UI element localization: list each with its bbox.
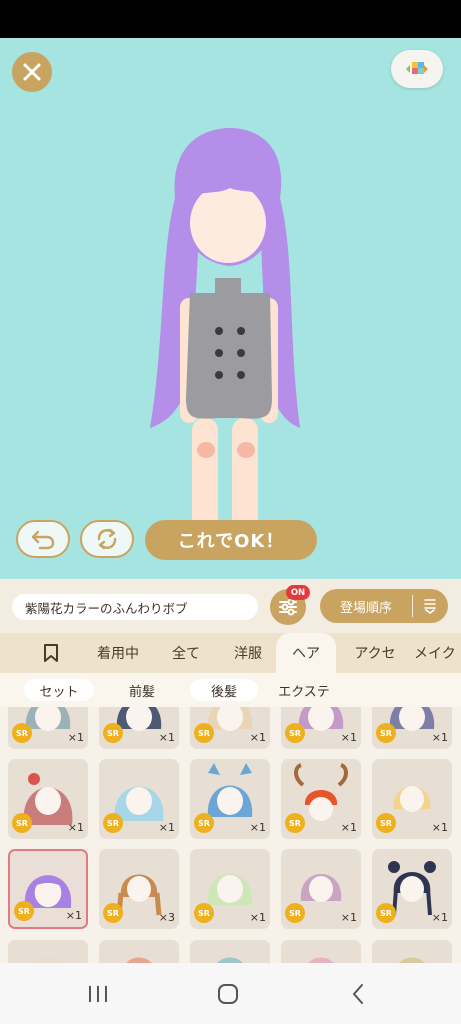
rarity-badge: SR: [103, 723, 123, 743]
hair-item[interactable]: SR ×1: [99, 759, 179, 839]
hair-item[interactable]: SR ×1: [8, 707, 88, 749]
item-grid: SR ×1 SR ×1 SR ×1 SR ×1 SR ×1 SR ×1 SR ×…: [0, 707, 461, 963]
item-name-field[interactable]: 紫陽花カラーのふんわりボブ: [12, 594, 258, 620]
sort-order-button[interactable]: [413, 598, 447, 614]
hair-item[interactable]: SR ×1: [281, 707, 361, 749]
hair-subtabs: セット 前髪 後髪 エクステ: [0, 673, 461, 707]
system-nav-bar: [0, 963, 461, 1024]
category-tabs: 着用中 全て 洋服 ヘア アクセ メイク: [0, 633, 461, 673]
rarity-badge: SR: [103, 813, 123, 833]
item-count: ×1: [65, 909, 82, 922]
subtab-front-hair[interactable]: 前髪: [110, 679, 174, 701]
hair-item[interactable]: [281, 940, 361, 963]
sort-icon: [424, 599, 436, 614]
rarity-badge: SR: [285, 813, 305, 833]
subtab-back-hair[interactable]: 後髪: [190, 679, 258, 701]
hair-item[interactable]: SR ×1: [190, 707, 270, 749]
back-icon: [353, 984, 363, 1004]
tab-wearing[interactable]: 着用中: [88, 633, 148, 673]
status-bar: [0, 0, 461, 38]
rarity-badge: SR: [194, 813, 214, 833]
hair-item[interactable]: SR ×1: [190, 849, 270, 929]
item-count: ×1: [249, 821, 266, 834]
home-button[interactable]: [208, 978, 248, 1010]
rarity-badge: SR: [194, 903, 214, 923]
bookmark-icon: [44, 644, 58, 662]
hair-item[interactable]: SR ×1: [190, 759, 270, 839]
item-count: ×1: [340, 911, 357, 924]
filter-bar: 紫陽花カラーのふんわりボブ ON 登場順序: [0, 579, 461, 633]
item-count: ×1: [67, 731, 84, 744]
sort-divider: [412, 595, 413, 617]
tab-bookmark[interactable]: [26, 633, 76, 673]
tab-hair[interactable]: ヘア: [276, 633, 336, 673]
sort-label: 登場順序: [339, 600, 392, 616]
item-count: ×1: [249, 731, 266, 744]
hair-thumbnail: [217, 957, 243, 963]
rarity-badge: SR: [194, 723, 214, 743]
hair-item[interactable]: SR ×1: [372, 759, 452, 839]
ok-button[interactable]: これでOK！: [145, 520, 317, 560]
tab-makeup[interactable]: メイク: [414, 633, 461, 673]
layout-toggle-icon: [406, 62, 428, 74]
rarity-badge: SR: [14, 901, 34, 921]
item-count: ×1: [431, 821, 448, 834]
hair-item[interactable]: [372, 940, 452, 963]
item-count: ×1: [158, 821, 175, 834]
rarity-badge: SR: [103, 903, 123, 923]
close-button[interactable]: [12, 52, 52, 92]
item-count: ×1: [249, 911, 266, 924]
sliders-icon: [279, 598, 297, 616]
rarity-badge: SR: [12, 813, 32, 833]
hair-item[interactable]: SR ×1: [99, 707, 179, 749]
home-icon: [218, 984, 238, 1004]
rarity-badge: SR: [376, 813, 396, 833]
hair-item[interactable]: [190, 940, 270, 963]
item-count: ×3: [158, 911, 175, 924]
recents-icon: [89, 986, 107, 1002]
subtab-set[interactable]: セット: [24, 679, 94, 701]
rarity-badge: SR: [285, 723, 305, 743]
hair-item[interactable]: SR ×1: [281, 759, 361, 839]
item-count: ×1: [431, 911, 448, 924]
tab-clothes[interactable]: 洋服: [222, 633, 274, 673]
hair-item[interactable]: SR ×1: [281, 849, 361, 929]
hair-item[interactable]: [8, 940, 88, 963]
hair-thumbnail: [399, 957, 425, 963]
filter-on-badge: ON: [286, 585, 310, 600]
avatar-preview: [150, 128, 300, 556]
recents-button[interactable]: [78, 978, 118, 1010]
hair-item[interactable]: [99, 940, 179, 963]
tab-all[interactable]: 全て: [160, 633, 212, 673]
hair-item[interactable]: SR ×1: [372, 849, 452, 929]
item-count: ×1: [67, 821, 84, 834]
hair-item-selected[interactable]: SR ×1: [8, 849, 88, 929]
hair-item[interactable]: SR ×3: [99, 849, 179, 929]
layout-toggle-button[interactable]: [391, 50, 443, 88]
rarity-badge: SR: [12, 723, 32, 743]
hair-thumbnail: [308, 957, 334, 963]
rarity-badge: SR: [376, 723, 396, 743]
item-count: ×1: [431, 731, 448, 744]
back-button[interactable]: [338, 978, 378, 1010]
avatar-stage: これでOK！: [0, 38, 461, 579]
hair-item[interactable]: SR ×1: [372, 707, 452, 749]
shuffle-button[interactable]: [80, 520, 134, 558]
tab-accessory[interactable]: アクセ: [344, 633, 406, 673]
subtab-extensions[interactable]: エクステ: [268, 679, 340, 701]
rarity-badge: SR: [376, 903, 396, 923]
hair-thumbnail: [126, 957, 152, 963]
rarity-badge: SR: [285, 903, 305, 923]
hair-item[interactable]: SR ×1: [8, 759, 88, 839]
item-count: ×1: [158, 731, 175, 744]
close-icon: [23, 63, 41, 81]
item-count: ×1: [340, 821, 357, 834]
shuffle-icon: [97, 528, 117, 550]
item-count: ×1: [340, 731, 357, 744]
hair-thumbnail: [35, 957, 61, 963]
sort-button[interactable]: 登場順序: [320, 589, 448, 623]
undo-icon: [31, 530, 55, 550]
undo-button[interactable]: [16, 520, 70, 558]
